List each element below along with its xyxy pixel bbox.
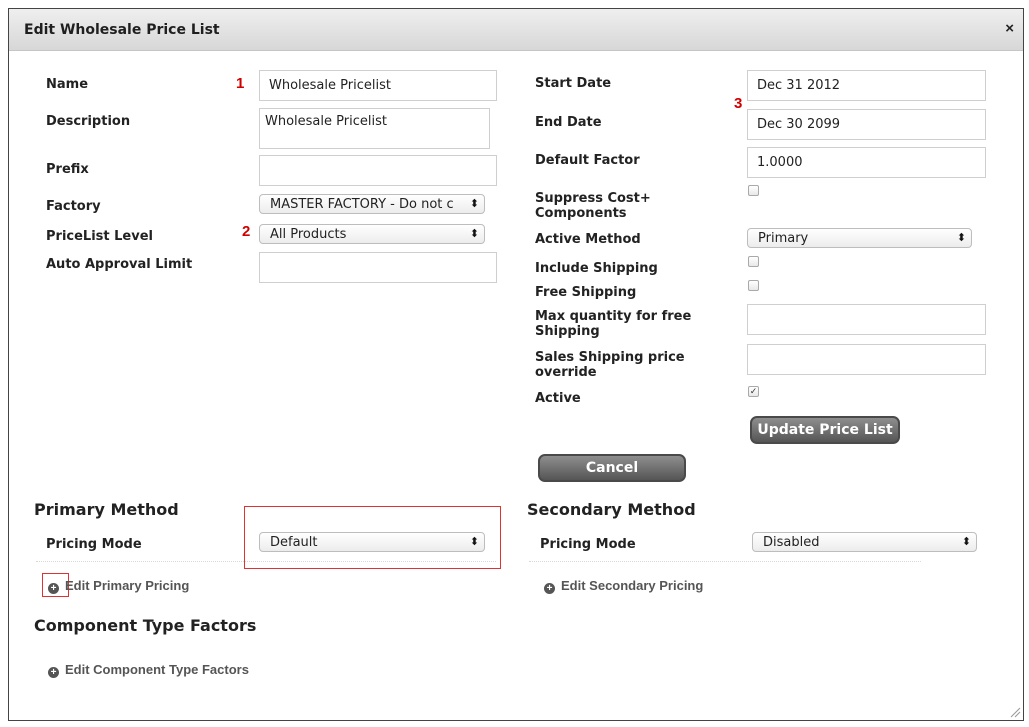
include-shipping-label: Include Shipping [535,261,658,276]
select-arrow-icon: ⬍ [961,535,971,548]
sales-override-label-line2: override [535,365,597,380]
checkmark-icon: ✓ [749,386,758,396]
primary-pricing-mode-select-value: Default [270,535,318,550]
sales-override-label-line1: Sales Shipping price [535,350,685,365]
description-field[interactable]: Wholesale Pricelist [259,108,490,149]
end-date-label: End Date [535,115,602,130]
auto-approval-limit-label: Auto Approval Limit [46,257,193,272]
active-method-select[interactable]: Primary ⬍ [747,228,972,248]
update-price-list-button[interactable]: Update Price List [750,416,900,444]
annotation-number-2: 2 [242,223,251,240]
divider [36,561,496,562]
plus-circle-icon: + [48,583,59,594]
edit-secondary-pricing-link[interactable]: + Edit Secondary Pricing [544,578,703,594]
select-arrow-icon: ⬍ [956,231,966,244]
end-date-field[interactable] [747,109,986,140]
default-factor-label: Default Factor [535,153,640,168]
factory-select-value: MASTER FACTORY - Do not c [270,197,454,212]
plus-circle-icon: + [48,667,59,678]
primary-pricing-mode-label: Pricing Mode [46,537,142,552]
select-arrow-icon: ⬍ [469,227,479,240]
annotation-number-1: 1 [236,75,245,92]
auto-approval-limit-field[interactable] [259,252,497,283]
edit-primary-pricing-link[interactable]: + Edit Primary Pricing [48,578,189,594]
annotation-number-3: 3 [734,95,743,112]
plus-circle-icon: + [544,583,555,594]
sales-shipping-override-label: Sales Shipping price override [535,350,685,380]
prefix-field[interactable] [259,155,497,186]
default-factor-field[interactable] [747,147,986,178]
select-arrow-icon: ⬍ [469,197,479,210]
prefix-label: Prefix [46,162,89,177]
close-icon[interactable]: × [1005,20,1014,37]
free-shipping-label: Free Shipping [535,285,637,300]
component-type-factors-heading: Component Type Factors [34,616,257,635]
name-label: Name [46,77,89,92]
suppress-cost-components-checkbox[interactable] [748,185,759,196]
edit-secondary-pricing-label: Edit Secondary Pricing [561,578,704,593]
secondary-pricing-mode-label: Pricing Mode [540,537,636,552]
active-method-select-value: Primary [758,231,809,246]
active-method-label: Active Method [535,232,641,247]
name-field[interactable] [259,70,497,101]
pricelist-level-select[interactable]: All Products ⬍ [259,224,485,244]
pricelist-level-select-value: All Products [270,227,347,242]
secondary-method-heading: Secondary Method [527,500,696,519]
dialog-title: Edit Wholesale Price List [24,22,220,38]
dialog-titlebar: Edit Wholesale Price List × [9,9,1023,51]
max-qty-label-line2: Shipping [535,324,600,339]
factory-select[interactable]: MASTER FACTORY - Do not c ⬍ [259,194,485,214]
suppress-label-line2: Components [535,206,627,221]
primary-method-heading: Primary Method [34,500,179,519]
max-quantity-free-shipping-label: Max quantity for free Shipping [535,309,691,339]
start-date-field[interactable] [747,70,986,101]
suppress-cost-components-label: Suppress Cost+ Components [535,191,651,221]
free-shipping-checkbox[interactable] [748,280,759,291]
cancel-button[interactable]: Cancel [538,454,686,482]
secondary-pricing-mode-select[interactable]: Disabled ⬍ [752,532,977,552]
suppress-label-line1: Suppress Cost+ [535,191,651,206]
max-quantity-free-shipping-field[interactable] [747,304,986,335]
include-shipping-checkbox[interactable] [748,256,759,267]
factory-label: Factory [46,199,101,214]
edit-component-type-factors-link[interactable]: + Edit Component Type Factors [48,662,249,678]
max-qty-label-line1: Max quantity for free [535,309,692,324]
description-label: Description [46,114,131,129]
divider [529,561,921,562]
edit-price-list-dialog: Edit Wholesale Price List × Name 1 Descr… [8,8,1024,721]
edit-primary-pricing-label: Edit Primary Pricing [65,578,190,593]
select-arrow-icon: ⬍ [469,535,479,548]
pricelist-level-label: PriceList Level [46,229,153,244]
edit-component-type-factors-label: Edit Component Type Factors [65,662,249,677]
active-checkbox[interactable]: ✓ [748,386,759,397]
secondary-pricing-mode-select-value: Disabled [763,535,820,550]
resize-grip-icon[interactable] [1009,706,1021,718]
active-label: Active [535,391,581,406]
sales-shipping-override-field[interactable] [747,344,986,375]
start-date-label: Start Date [535,76,612,91]
primary-pricing-mode-select[interactable]: Default ⬍ [259,532,485,552]
